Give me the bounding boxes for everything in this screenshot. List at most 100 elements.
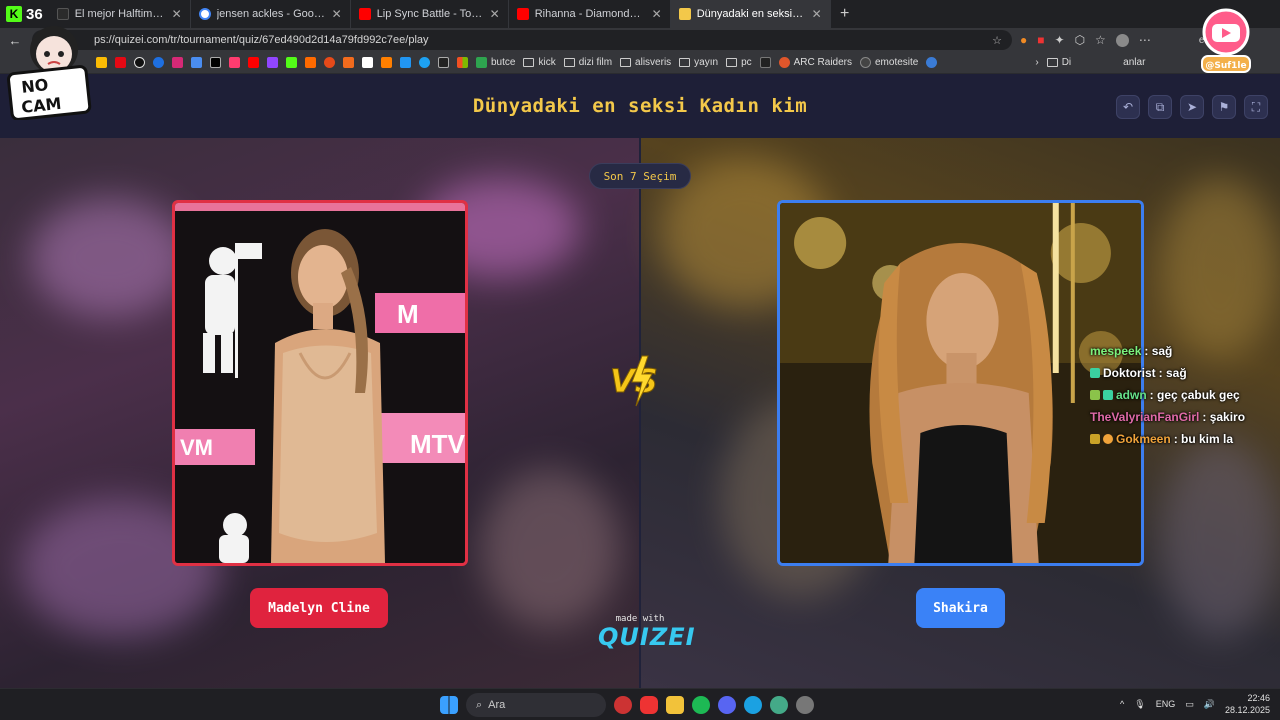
favorites-icon[interactable]: ☆ [1095,33,1106,47]
extensions-puzzle-icon[interactable]: ⬡ [1075,33,1085,47]
bookmark-icon[interactable] [926,57,938,68]
no-cam-sticker: NO CAM [7,26,92,120]
menu-icon[interactable]: ⋯ [1139,33,1151,47]
gift-badge-icon [1103,434,1113,444]
flag-icon: ⚑ [1218,100,1230,114]
star-icon[interactable]: ☆ [992,34,1002,47]
twitch-icon[interactable] [267,57,278,68]
choose-left-button[interactable]: Madelyn Cline [250,588,388,628]
bookmark-kick[interactable]: kick [523,57,556,68]
bookmark-icon[interactable] [229,57,240,68]
quizei-favicon [678,8,691,20]
new-tab-button[interactable]: + [831,5,859,23]
close-icon[interactable]: ✕ [332,7,342,21]
bookmark-yayin[interactable]: yayın [679,57,718,68]
discord-icon[interactable] [718,696,736,714]
language-indicator[interactable]: ENG [1156,699,1176,709]
report-button[interactable]: ⚑ [1212,95,1236,119]
bookmark-icon[interactable] [362,57,373,68]
close-icon[interactable]: ✕ [652,7,662,21]
bookmark-icon[interactable] [419,57,430,68]
bookmark-icon[interactable] [305,57,316,68]
quiz-page: Dünyadaki en seksi Kadın kim ↶ ⧉ ➤ ⚑ ⛶ S… [0,74,1280,688]
center-divider [639,138,641,688]
choose-right-button[interactable]: Shakira [916,588,1005,628]
undo-button[interactable]: ↶ [1116,95,1140,119]
chat-message: Gokmeen : bu kim la [1090,428,1280,450]
app-icon[interactable] [640,696,658,714]
volume-icon[interactable]: 🔊 [1204,699,1215,710]
network-icon[interactable]: ▭ [1185,699,1194,710]
svg-text:MTV: MTV [410,429,465,459]
windows-taskbar: ⌕ Ara ^ 🎙 ENG ▭ 🔊 22:46 28.12.2025 [0,688,1280,720]
bookmark-icon[interactable] [400,57,411,68]
start-icon[interactable] [440,696,458,714]
bookmark-icon[interactable] [759,57,771,68]
instagram-icon[interactable] [172,57,183,68]
bookmark-arc-raiders[interactable]: ARC Raiders [778,57,852,68]
bookmark-alisveris[interactable]: alisveris [620,57,671,68]
chevron-up-icon[interactable]: ^ [1120,699,1124,709]
settings-gear-icon[interactable] [796,696,814,714]
tab-4[interactable]: Rihanna - Diamonds Live Victoria's ✕ [509,0,671,28]
extension-icon[interactable]: ■ [1037,33,1044,47]
close-icon[interactable]: ✕ [490,7,500,21]
extension-icon[interactable]: ✦ [1055,33,1065,47]
arc-raiders-icon [778,57,790,68]
chevron-right-icon[interactable]: › [1035,57,1038,68]
made-with-quizei[interactable]: made with QUIZEI [598,614,695,650]
close-icon[interactable]: ✕ [812,7,822,21]
send-button[interactable]: ➤ [1180,95,1204,119]
chat-text: : geç çabuk geç [1149,388,1240,402]
app-icon[interactable] [770,696,788,714]
system-tray: ^ 🎙 ENG ▭ 🔊 22:46 28.12.2025 [1120,692,1270,716]
subscriber-badge-icon [1090,368,1100,378]
netflix-icon[interactable] [115,57,126,68]
microphone-icon[interactable]: 🎙 [1134,699,1145,710]
tab-3[interactable]: Lip Sync Battle - Tom Holland - Yo ✕ [351,0,509,28]
edge-icon[interactable] [744,696,762,714]
tab-favicon [56,8,69,20]
url-field[interactable]: ps://quizei.com/tr/tournament/quiz/67ed4… [32,30,1012,50]
quiz-header: Dünyadaki en seksi Kadın kim ↶ ⧉ ➤ ⚑ ⛶ [0,74,1280,138]
right-choice-card[interactable] [777,200,1144,566]
left-choice-card[interactable]: M MTV VM [172,200,468,566]
tab-5-active[interactable]: Dünyadaki en seksi Kadın kim - Te ✕ [670,0,831,28]
file-explorer-icon[interactable] [666,696,684,714]
share-button[interactable]: ⧉ [1148,95,1172,119]
chat-message: mespeek : sağ [1090,340,1280,362]
bookmark-butce[interactable]: butce [476,57,515,68]
taskbar-search[interactable]: ⌕ Ara [466,693,606,717]
bookmark-emotesite[interactable]: emotesite [860,57,918,68]
tab-2[interactable]: jensen ackles - Google'da Ara ✕ [191,0,351,28]
bookmark-icon[interactable] [381,57,392,68]
kick-icon[interactable] [286,57,297,68]
clock[interactable]: 22:46 28.12.2025 [1225,692,1270,716]
bookmark-icon[interactable] [134,57,145,68]
bookmark-pc[interactable]: pc [726,57,752,68]
round-badge: Son 7 Seçim [589,163,691,189]
profile-avatar[interactable] [1115,33,1129,47]
youtube-icon[interactable] [248,57,259,68]
x-icon[interactable] [210,57,221,68]
url-text: ps://quizei.com/tr/tournament/quiz/67ed4… [94,34,429,46]
bookmark-icon[interactable] [343,57,354,68]
bookmark-icon[interactable] [153,57,164,68]
windows-icon[interactable] [457,57,468,68]
close-icon[interactable]: ✕ [172,7,182,21]
bookmark-icon[interactable] [438,57,449,68]
extension-icon[interactable]: ● [1020,33,1027,47]
spotify-icon[interactable] [692,696,710,714]
drive-icon[interactable] [96,57,107,68]
bookmark-icon[interactable] [191,57,202,68]
bookmark-icon[interactable] [324,57,335,68]
bookmark-folder-right[interactable]: Di [1046,57,1071,68]
fullscreen-button[interactable]: ⛶ [1244,95,1268,119]
bookmark-dizi-film[interactable]: dizi film [563,57,612,68]
badge-icon [1090,434,1100,444]
clock-time: 22:46 [1247,693,1270,703]
chat-text: : bu kim la [1173,432,1234,446]
stream-chat-overlay: mespeek : sağ Doktorist : sağ adwn : geç… [1090,340,1280,450]
bookmarks-bar: butce kick dizi film alisveris yayın pc … [0,52,1280,74]
app-icon[interactable] [614,696,632,714]
